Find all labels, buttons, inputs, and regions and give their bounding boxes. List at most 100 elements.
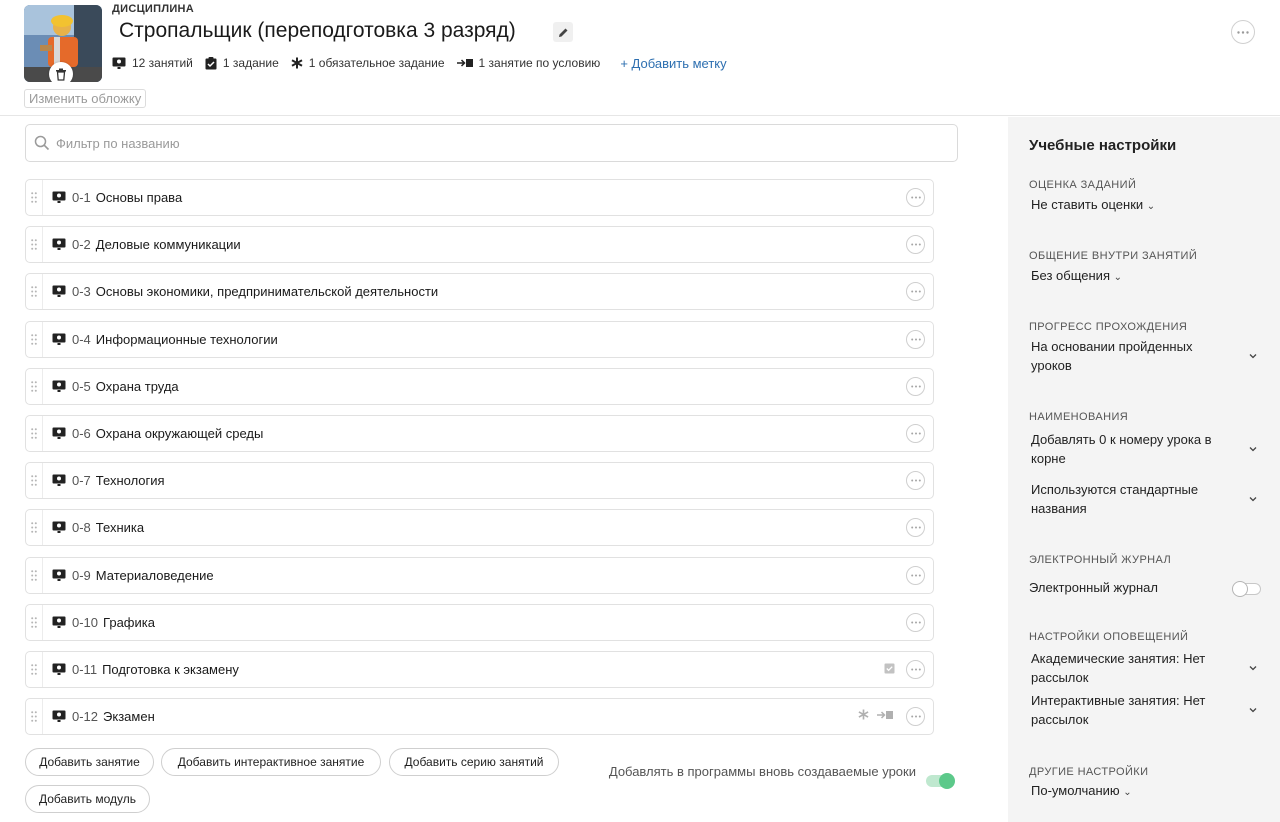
drag-handle[interactable] xyxy=(26,558,43,593)
lesson-more-button[interactable] xyxy=(906,471,925,490)
lesson-title[interactable]: Основы права xyxy=(96,190,182,205)
lesson-row[interactable]: 0-5 Охрана труда xyxy=(25,368,934,405)
naming-root-select[interactable]: Добавлять 0 к номеру урока в корне xyxy=(1031,430,1236,468)
lesson-more-button[interactable] xyxy=(906,235,925,254)
conditional-count: 1 занятие по условию xyxy=(456,56,600,70)
filter-input[interactable] xyxy=(56,135,936,151)
lesson-title[interactable]: Материаловедение xyxy=(96,568,214,583)
lesson-more-button[interactable] xyxy=(906,660,925,679)
drag-handle-icon xyxy=(31,381,37,392)
lesson-more-button[interactable] xyxy=(906,377,925,396)
cover-image[interactable] xyxy=(24,5,102,82)
drag-handle[interactable] xyxy=(26,510,43,545)
progress-select[interactable]: На основании пройденных уроков xyxy=(1031,337,1231,375)
delete-cover-button[interactable] xyxy=(49,62,73,82)
communication-select[interactable]: Без общения ⌄ xyxy=(1031,266,1122,287)
drag-handle[interactable] xyxy=(26,699,43,734)
edit-title-button[interactable] xyxy=(553,22,573,42)
assignment-icon xyxy=(205,56,217,69)
conditional-arrow-icon xyxy=(877,710,893,719)
naming-standard-select[interactable]: Используются стандартные названия xyxy=(1031,480,1236,518)
lesson-badges xyxy=(884,662,895,674)
grading-select[interactable]: Не ставить оценки ⌄ xyxy=(1031,195,1155,216)
lesson-row[interactable]: 0-10 Графика xyxy=(25,604,934,641)
trash-icon xyxy=(56,68,66,81)
chevron-down-icon[interactable] xyxy=(1248,705,1258,715)
drag-handle-icon xyxy=(31,334,37,345)
drag-handle[interactable] xyxy=(26,605,43,640)
more-options-button[interactable] xyxy=(1231,20,1255,44)
lesson-row[interactable]: 0-4 Информационные технологии xyxy=(25,321,934,358)
lesson-number: 0-5 xyxy=(72,379,91,394)
lessons-count-text: 12 занятий xyxy=(132,56,193,70)
lesson-title[interactable]: Подготовка к экзамену xyxy=(102,662,239,677)
lesson-row[interactable]: 0-8 Техника xyxy=(25,509,934,546)
lesson-badges xyxy=(858,709,895,720)
lesson-row[interactable]: 0-12 Экзамен xyxy=(25,698,934,735)
ellipsis-icon xyxy=(1237,30,1249,34)
lesson-row[interactable]: 0-6 Охрана окружающей среды xyxy=(25,415,934,452)
auto-add-toggle[interactable] xyxy=(926,773,955,789)
conditional-arrow-icon xyxy=(456,59,473,67)
required-count-text: 1 обязательное задание xyxy=(308,56,445,70)
drag-handle[interactable] xyxy=(26,463,43,498)
journal-toggle[interactable] xyxy=(1232,581,1261,597)
drag-handle[interactable] xyxy=(26,274,43,309)
drag-handle[interactable] xyxy=(26,322,43,357)
drag-handle-icon xyxy=(31,522,37,533)
change-cover-button[interactable]: Изменить обложку xyxy=(24,89,147,108)
lesson-icon xyxy=(52,474,66,487)
other-settings-select[interactable]: По-умолчанию ⌄ xyxy=(1031,781,1132,802)
lesson-number: 0-2 xyxy=(72,237,91,252)
lesson-row[interactable]: 0-9 Материаловедение xyxy=(25,557,934,594)
lesson-icon xyxy=(52,380,66,393)
lesson-title[interactable]: Техника xyxy=(96,520,144,535)
lesson-more-button[interactable] xyxy=(906,330,925,349)
add-module-button[interactable]: Добавить модуль xyxy=(25,785,150,813)
add-lesson-series-button[interactable]: Добавить серию занятий xyxy=(389,748,559,776)
pencil-icon xyxy=(558,28,567,37)
lesson-title[interactable]: Графика xyxy=(103,615,155,630)
academic-notifications-select[interactable]: Академические занятия: Нет рассылок xyxy=(1031,649,1236,687)
add-lesson-button[interactable]: Добавить занятие xyxy=(25,748,154,776)
lesson-title[interactable]: Информационные технологии xyxy=(96,332,278,347)
lesson-row[interactable]: 0-1 Основы права xyxy=(25,179,934,216)
interactive-notifications-select[interactable]: Интерактивные занятия: Нет рассылок xyxy=(1031,691,1236,729)
lesson-title[interactable]: Охрана труда xyxy=(96,379,179,394)
filter-box xyxy=(25,124,958,162)
lesson-row[interactable]: 0-2 Деловые коммуникации xyxy=(25,226,934,263)
add-interactive-lesson-button[interactable]: Добавить интерактивное занятие xyxy=(161,748,381,776)
lesson-more-button[interactable] xyxy=(906,424,925,443)
chevron-down-icon[interactable] xyxy=(1248,351,1258,361)
lesson-more-button[interactable] xyxy=(906,613,925,632)
drag-handle-icon xyxy=(31,475,37,486)
lesson-title[interactable]: Основы экономики, предпринимательской де… xyxy=(96,284,438,299)
assignments-count-text: 1 задание xyxy=(222,56,279,70)
lesson-number: 0-6 xyxy=(72,426,91,441)
lesson-more-button[interactable] xyxy=(906,518,925,537)
lesson-title[interactable]: Охрана окружающей среды xyxy=(96,426,264,441)
lesson-title[interactable]: Технология xyxy=(96,473,165,488)
chevron-down-icon[interactable] xyxy=(1248,663,1258,673)
drag-handle[interactable] xyxy=(26,369,43,404)
lesson-row[interactable]: 0-7 Технология xyxy=(25,462,934,499)
drag-handle[interactable] xyxy=(26,180,43,215)
grading-value: Не ставить оценки xyxy=(1031,197,1144,212)
add-tag-link[interactable]: + Добавить метку xyxy=(620,56,726,71)
lesson-row[interactable]: 0-3 Основы экономики, предпринимательской… xyxy=(25,273,934,310)
lesson-more-button[interactable] xyxy=(906,188,925,207)
lesson-number: 0-8 xyxy=(72,520,91,535)
lesson-title[interactable]: Экзамен xyxy=(103,709,155,724)
lesson-more-button[interactable] xyxy=(906,282,925,301)
drag-handle[interactable] xyxy=(26,652,43,687)
chevron-down-icon[interactable] xyxy=(1248,494,1258,504)
drag-handle[interactable] xyxy=(26,227,43,262)
lesson-icon xyxy=(52,427,66,440)
lesson-title[interactable]: Деловые коммуникации xyxy=(96,237,241,252)
chevron-down-icon[interactable] xyxy=(1248,444,1258,454)
lesson-more-button[interactable] xyxy=(906,566,925,585)
lesson-more-button[interactable] xyxy=(906,707,925,726)
drag-handle[interactable] xyxy=(26,416,43,451)
lesson-number: 0-12 xyxy=(72,709,99,724)
lesson-row[interactable]: 0-11 Подготовка к экзамену xyxy=(25,651,934,688)
